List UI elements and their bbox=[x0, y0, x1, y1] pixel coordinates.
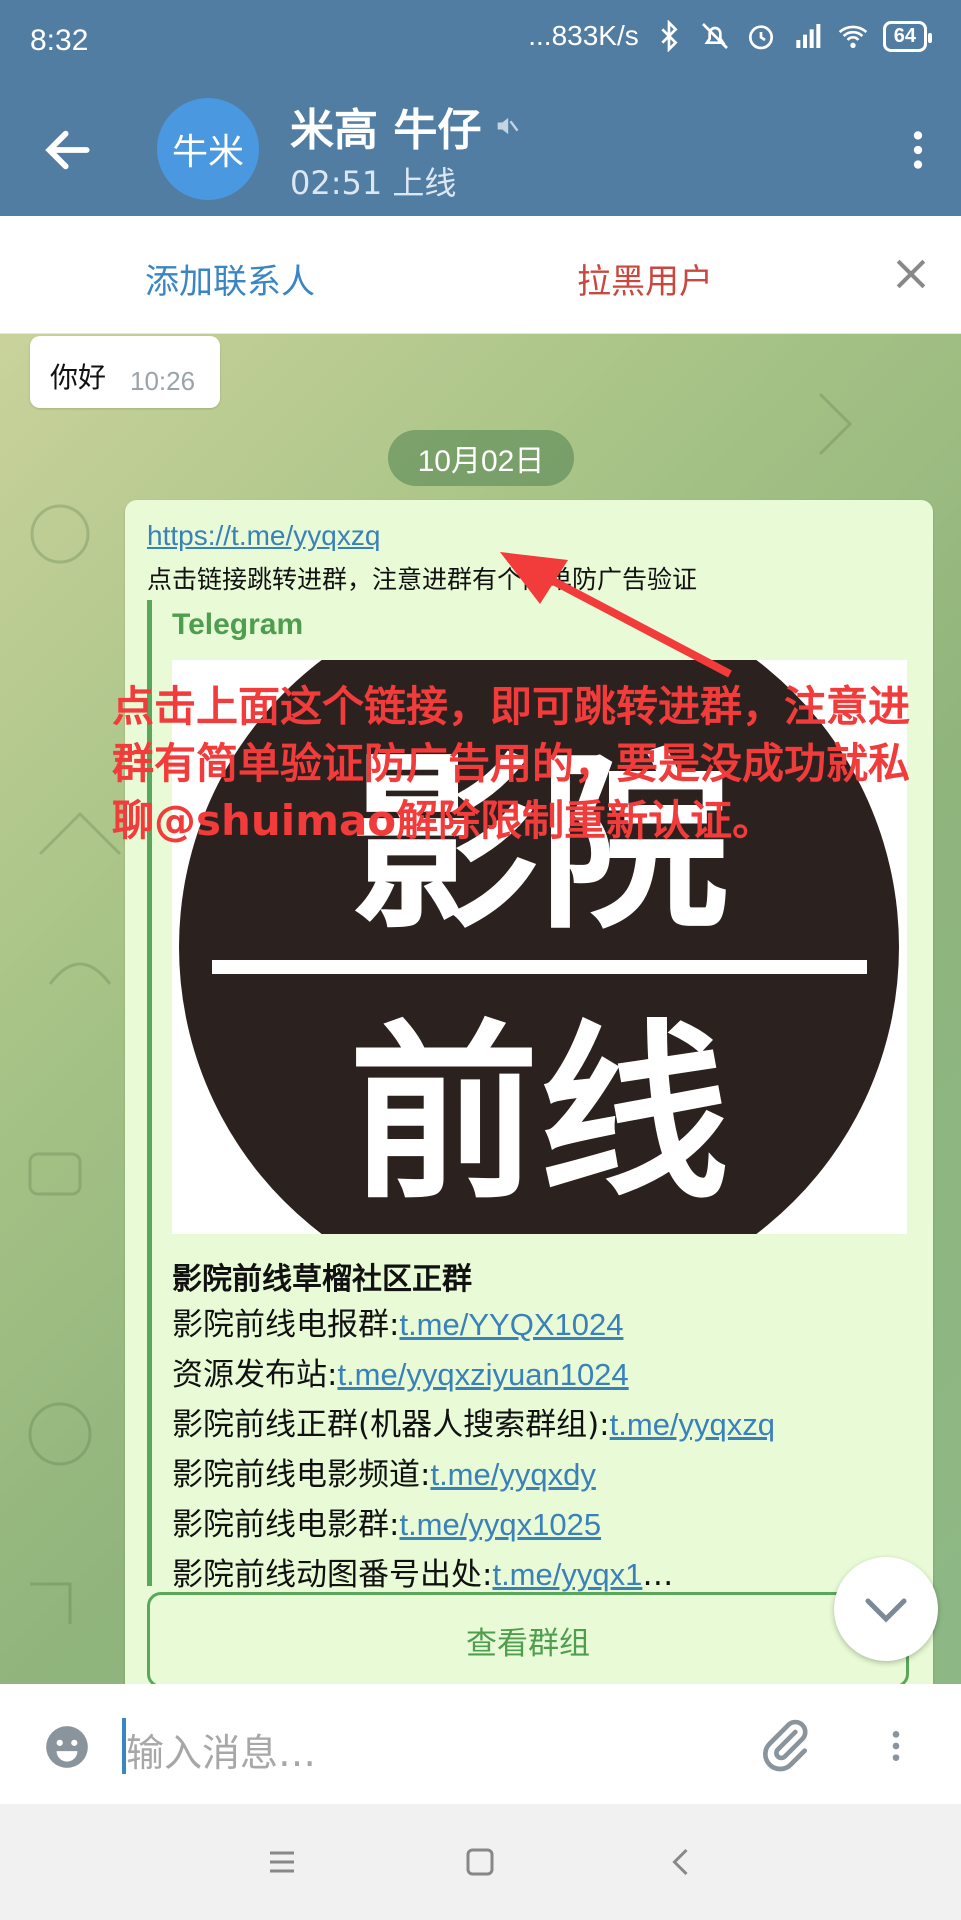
message-input-bar: 输入消息… bbox=[0, 1684, 961, 1804]
message-bubble[interactable]: 你好 10:26 bbox=[30, 336, 220, 408]
mute-icon bbox=[701, 23, 728, 49]
preview-link[interactable]: t.me/yyqxziyuan1024 bbox=[337, 1357, 628, 1392]
line-label: 影院前线电报群: bbox=[172, 1307, 400, 1343]
preview-line: 影院前线正群(机器人搜索群组):t.me/yyqxzq bbox=[172, 1400, 775, 1450]
message-note: 点击链接跳转进群，注意进群有个简单防广告验证 bbox=[147, 565, 698, 594]
emoji-icon[interactable] bbox=[42, 1722, 92, 1772]
net-speed: ...833K/s bbox=[528, 20, 639, 51]
chat-area[interactable]: 你好 10:26 10月02日 https://t.me/yyqxzq 点击链接… bbox=[0, 334, 961, 1684]
view-group-button[interactable]: 查看群组 bbox=[147, 1592, 909, 1684]
preview-link[interactable]: t.me/yyqx1025 bbox=[399, 1507, 601, 1542]
message-input[interactable]: 输入消息… bbox=[126, 1722, 316, 1777]
scroll-down-button[interactable] bbox=[834, 1557, 938, 1661]
line-label: 资源发布站: bbox=[172, 1357, 338, 1393]
chat-header: 牛米 米高 牛仔 02:51 上线 bbox=[0, 84, 961, 216]
preview-description: 影院前线电报群:t.me/YYQX1024 资源发布站:t.me/yyqxziy… bbox=[172, 1300, 775, 1600]
status-icons: ...833K/s 64 bbox=[528, 20, 933, 52]
line-label: 影院前线动图番号出处: bbox=[172, 1557, 493, 1593]
muted-speaker-icon bbox=[497, 117, 519, 135]
date-chip: 10月02日 bbox=[388, 430, 574, 486]
preview-link[interactable]: t.me/yyqxzq bbox=[610, 1407, 775, 1442]
line-label: 影院前线正群(机器人搜索群组): bbox=[172, 1407, 610, 1443]
line-label: 影院前线电影频道: bbox=[172, 1457, 431, 1493]
avatar[interactable]: 牛米 bbox=[157, 98, 259, 200]
preview-link[interactable]: t.me/yyqxdy bbox=[430, 1457, 595, 1492]
back-arrow-icon[interactable] bbox=[40, 122, 96, 178]
last-seen: 02:51 上线 bbox=[290, 164, 457, 202]
message-text: 你好 bbox=[50, 361, 107, 394]
status-bar: 8:32 ...833K/s 64 bbox=[0, 0, 961, 84]
close-icon[interactable] bbox=[889, 252, 933, 296]
preview-line: 影院前线电报群:t.me/YYQX1024 bbox=[172, 1300, 775, 1350]
preview-site-name: Telegram bbox=[172, 608, 304, 641]
chevron-down-icon bbox=[865, 1598, 907, 1623]
preview-link[interactable]: t.me/YYQX1024 bbox=[399, 1307, 623, 1342]
back-icon[interactable] bbox=[664, 1844, 700, 1880]
hd-signal-icon bbox=[796, 24, 821, 48]
home-icon[interactable] bbox=[462, 1844, 498, 1880]
message-time: 10:26 bbox=[130, 366, 196, 396]
battery-icon: 64 bbox=[882, 20, 933, 52]
system-nav-bar bbox=[0, 1804, 961, 1920]
message-link[interactable]: https://t.me/yyqxzq bbox=[147, 520, 380, 552]
recent-apps-icon[interactable] bbox=[264, 1844, 300, 1880]
chat-title-wrap[interactable]: 米高 牛仔 bbox=[290, 94, 521, 158]
alarm-icon bbox=[748, 25, 773, 50]
preview-title: 影院前线草榴社区正群 bbox=[172, 1262, 472, 1297]
preview-line: 影院前线电影频道:t.me/yyqxdy bbox=[172, 1450, 775, 1500]
status-time: 8:32 bbox=[30, 24, 89, 57]
ellipsis: … bbox=[642, 1557, 674, 1593]
svg-text:前线: 前线 bbox=[349, 1004, 729, 1225]
more-vert-icon[interactable] bbox=[876, 1718, 916, 1774]
bluetooth-icon bbox=[661, 20, 678, 52]
preview-link[interactable]: t.me/yyqx1 bbox=[492, 1557, 642, 1592]
more-vert-icon[interactable] bbox=[893, 122, 943, 178]
preview-line: 资源发布站:t.me/yyqxziyuan1024 bbox=[172, 1350, 775, 1400]
contact-action-bar: 添加联系人 拉黑用户 bbox=[0, 216, 961, 334]
wifi-icon bbox=[838, 25, 867, 48]
chat-title: 米高 牛仔 bbox=[290, 105, 482, 156]
annotation-text: 点击上面这个链接，即可跳转进群，注意进群有简单验证防广告用的，要是没成功就私聊@… bbox=[112, 682, 911, 845]
line-label: 影院前线电影群: bbox=[172, 1507, 400, 1543]
attach-icon[interactable] bbox=[758, 1718, 814, 1774]
add-contact-button[interactable]: 添加联系人 bbox=[145, 254, 315, 303]
block-user-button[interactable]: 拉黑用户 bbox=[577, 254, 713, 303]
preview-line: 影院前线电影群:t.me/yyqx1025 bbox=[172, 1500, 775, 1550]
